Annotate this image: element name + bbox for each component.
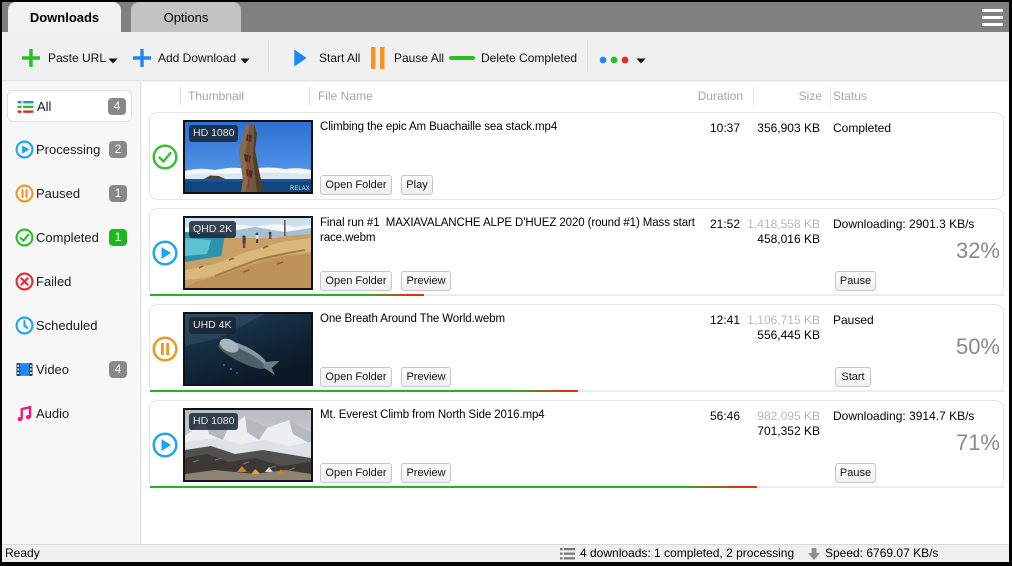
svg-text:RELAX: RELAX — [290, 186, 310, 192]
